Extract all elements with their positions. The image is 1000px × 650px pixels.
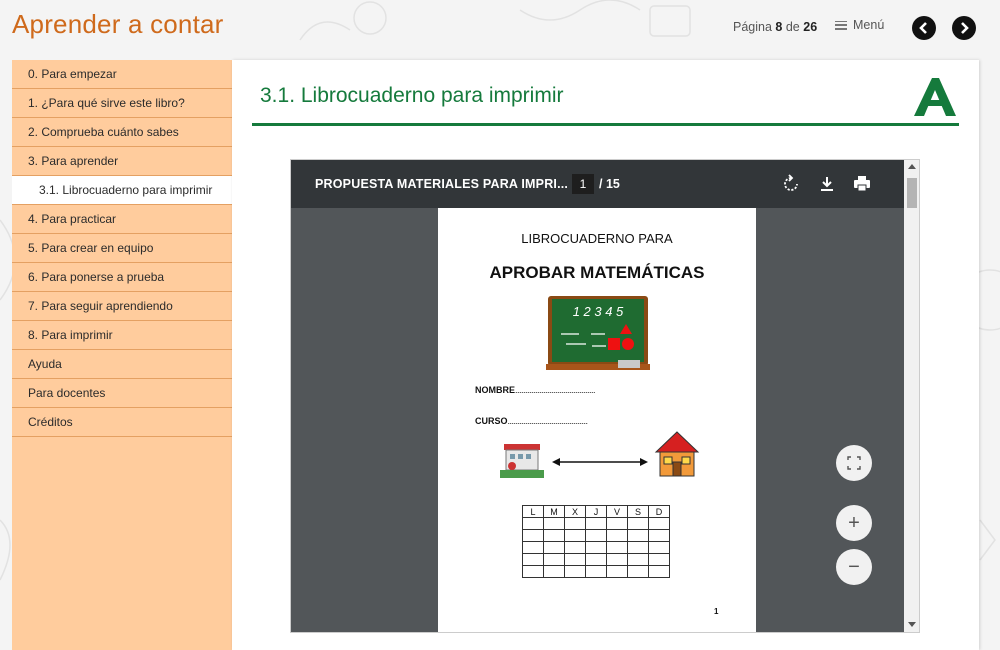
fit-page-icon — [847, 456, 861, 470]
sidebar-item-para-docentes[interactable]: Para docentes — [12, 379, 232, 408]
name-dots: ........................................ — [515, 385, 596, 395]
sidebar-item-para-imprimir[interactable]: 8. Para imprimir — [12, 321, 232, 350]
previous-page-button[interactable] — [912, 16, 936, 40]
table-row — [522, 553, 670, 566]
page-total: 26 — [803, 20, 818, 34]
week-table-header: L M X J V S D — [522, 505, 670, 518]
sidebar-item-para-practicar[interactable]: 4. Para practicar — [12, 205, 232, 234]
menu-button[interactable]: Menú — [835, 18, 884, 32]
pdf-viewer[interactable]: PROPUESTA MATERIALES PARA IMPRI... / 15 … — [290, 159, 920, 633]
table-row — [522, 565, 670, 578]
sidebar-item-para-que-sirve[interactable]: 1. ¿Para qué sirve este libro? — [12, 89, 232, 118]
title-divider — [252, 123, 959, 126]
top-header: Aprender a contar Página 8 de 26 Menú — [0, 0, 1000, 56]
sidebar-item-ayuda[interactable]: Ayuda — [12, 350, 232, 379]
pdf-page-number: 1 — [714, 607, 719, 616]
sidebar-item-seguir-aprendiendo[interactable]: 7. Para seguir aprendiendo — [12, 292, 232, 321]
course-field: CURSO...................................… — [475, 416, 588, 426]
doc-title: APROBAR MATEMÁTICAS — [489, 263, 705, 282]
sidebar-item-comprueba[interactable]: 2. Comprueba cuánto sabes — [12, 118, 232, 147]
junta-andalucia-logo — [914, 78, 956, 116]
menu-label: Menú — [853, 18, 885, 32]
school-icon — [500, 444, 544, 478]
week-day-header: X — [564, 505, 586, 518]
sidebar-item-librocuaderno[interactable]: 3.1. Librocuaderno para imprimir — [12, 176, 232, 205]
sidebar-item-para-aprender[interactable]: 3. Para aprender — [12, 147, 232, 176]
sidebar-item-ponerse-a-prueba[interactable]: 6. Para ponerse a prueba — [12, 263, 232, 292]
sidebar-item-crear-en-equipo[interactable]: 5. Para crear en equipo — [12, 234, 232, 263]
sidebar-item-creditos[interactable]: Créditos — [12, 408, 232, 437]
chalk-numbers: 1 2 3 4 5 — [573, 304, 624, 319]
double-arrow-icon — [552, 458, 648, 466]
app-title: Aprender a contar — [12, 9, 224, 39]
scroll-thumb[interactable] — [907, 178, 917, 208]
pdf-page-total: / 15 — [599, 177, 620, 191]
download-icon[interactable] — [817, 174, 837, 194]
next-page-button[interactable] — [952, 16, 976, 40]
page-counter: Página 8 de 26 — [733, 20, 817, 34]
sidebar-nav: 0. Para empezar 1. ¿Para qué sirve este … — [12, 60, 232, 650]
pdf-page: LIBROCUADERNO PARA APROBAR MATEMÁTICAS 1… — [438, 208, 756, 632]
chevron-left-icon — [919, 22, 927, 34]
week-day-header: M — [543, 505, 565, 518]
name-field: NOMBRE..................................… — [475, 385, 596, 395]
pdf-toolbar: PROPUESTA MATERIALES PARA IMPRI... / 15 — [291, 160, 904, 208]
print-icon[interactable] — [852, 174, 872, 194]
zoom-in-button[interactable]: + — [836, 505, 872, 541]
name-label: NOMBRE — [475, 385, 515, 395]
table-row — [522, 529, 670, 542]
fit-to-page-button[interactable] — [836, 445, 872, 481]
week-day-header: J — [585, 505, 607, 518]
sidebar-item-para-empezar[interactable]: 0. Para empezar — [12, 60, 232, 89]
pdf-page-input[interactable] — [572, 174, 594, 194]
scroll-down-arrow-icon[interactable] — [908, 622, 916, 627]
course-label: CURSO — [475, 416, 508, 426]
course-dots: ........................................ — [507, 416, 589, 426]
main-content: 3.1. Librocuaderno para imprimir PROPUES… — [232, 60, 979, 650]
chevron-right-icon — [961, 22, 969, 34]
page-of: de — [785, 20, 800, 34]
week-day-header: V — [606, 505, 628, 518]
chalkboard-image: 1 2 3 4 5 — [546, 296, 650, 370]
section-title: 3.1. Librocuaderno para imprimir — [260, 84, 564, 107]
pdf-scrollbar[interactable] — [904, 160, 919, 632]
week-table: L M X J V S D — [522, 505, 670, 578]
pdf-document-name: PROPUESTA MATERIALES PARA IMPRI... — [315, 177, 569, 191]
week-day-header: L — [522, 505, 544, 518]
rotate-icon[interactable] — [781, 174, 801, 194]
house-icon — [654, 431, 700, 477]
page-current: 8 — [775, 20, 783, 34]
scroll-up-arrow-icon[interactable] — [908, 164, 916, 169]
doc-subtitle: LIBROCUADERNO PARA — [521, 231, 673, 246]
hamburger-icon — [835, 20, 847, 30]
week-day-header: D — [648, 505, 670, 518]
minus-icon: − — [848, 555, 860, 578]
zoom-out-button[interactable]: − — [836, 549, 872, 585]
plus-icon: + — [848, 511, 860, 534]
page-label: Página — [733, 20, 772, 34]
table-row — [522, 517, 670, 530]
week-day-header: S — [627, 505, 649, 518]
table-row — [522, 541, 670, 554]
